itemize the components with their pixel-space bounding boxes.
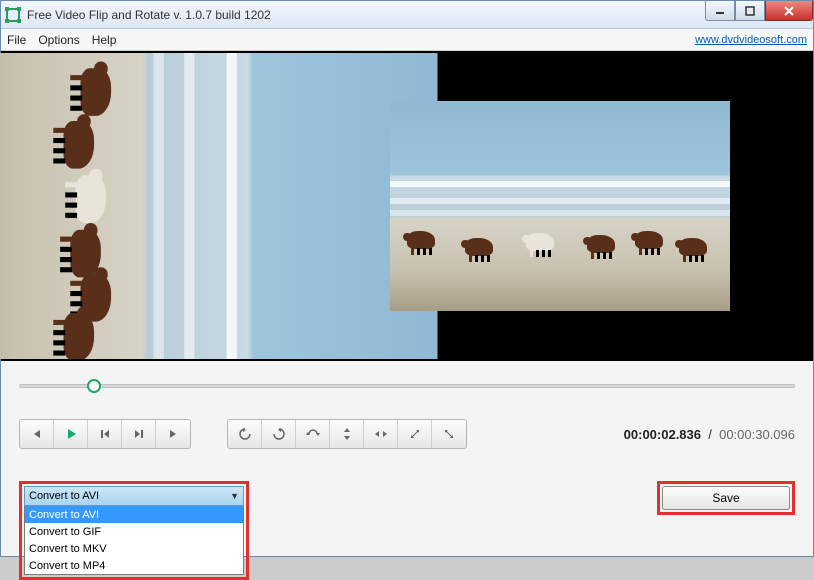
slider-thumb[interactable] — [87, 379, 101, 393]
rotate-ccw-button[interactable] — [228, 420, 262, 448]
save-highlight: Save — [657, 481, 795, 515]
menu-options[interactable]: Options — [38, 33, 79, 47]
rotate-180-button[interactable] — [296, 420, 330, 448]
total-time: 00:00:30.096 — [719, 427, 795, 442]
controls-area: 00:00:02.836 / 00:00:30.096 Convert to A… — [1, 361, 813, 556]
video-preview-area — [1, 51, 813, 361]
rotate-cw-button[interactable] — [262, 420, 296, 448]
format-options: Convert to AVI Convert to GIF Convert to… — [24, 506, 244, 575]
menu-file[interactable]: File — [7, 33, 26, 47]
titlebar: Free Video Flip and Rotate v. 1.0.7 buil… — [1, 1, 813, 29]
format-select-value[interactable]: Convert to AVI ▼ — [24, 486, 244, 506]
format-option[interactable]: Convert to GIF — [25, 523, 243, 540]
step-back-button[interactable] — [88, 420, 122, 448]
flip-diagonal2-button[interactable] — [432, 420, 466, 448]
format-option[interactable]: Convert to AVI — [25, 506, 243, 523]
preview-rotated — [84, 51, 264, 361]
preview-original — [390, 101, 730, 311]
minimize-button[interactable] — [705, 1, 735, 21]
chevron-down-icon: ▼ — [230, 491, 239, 501]
play-button[interactable] — [54, 420, 88, 448]
window-controls — [705, 1, 813, 21]
time-display: 00:00:02.836 / 00:00:30.096 — [624, 427, 795, 442]
app-icon — [5, 7, 21, 23]
app-window: Free Video Flip and Rotate v. 1.0.7 buil… — [0, 0, 814, 557]
bottom-row: Convert to AVI ▼ Convert to AVI Convert … — [19, 481, 795, 580]
menu-help[interactable]: Help — [92, 33, 117, 47]
next-frame-button[interactable] — [156, 420, 190, 448]
current-time: 00:00:02.836 — [624, 427, 701, 442]
close-button[interactable] — [765, 1, 813, 21]
menubar: File Options Help www.dvdvideosoft.com — [1, 29, 813, 51]
playback-group — [19, 419, 191, 449]
save-button[interactable]: Save — [662, 486, 790, 510]
format-option[interactable]: Convert to MKV — [25, 540, 243, 557]
format-select[interactable]: Convert to AVI ▼ Convert to AVI Convert … — [24, 486, 244, 575]
button-row: 00:00:02.836 / 00:00:30.096 — [19, 419, 795, 449]
format-option[interactable]: Convert to MP4 — [25, 557, 243, 574]
prev-frame-button[interactable] — [20, 420, 54, 448]
timeline-slider[interactable] — [19, 371, 795, 401]
flip-horizontal-button[interactable] — [364, 420, 398, 448]
transform-group — [227, 419, 467, 449]
window-title: Free Video Flip and Rotate v. 1.0.7 buil… — [27, 8, 809, 22]
flip-diagonal1-button[interactable] — [398, 420, 432, 448]
step-forward-button[interactable] — [122, 420, 156, 448]
flip-vertical-button[interactable] — [330, 420, 364, 448]
maximize-button[interactable] — [735, 1, 765, 21]
website-link[interactable]: www.dvdvideosoft.com — [695, 34, 807, 46]
format-highlight: Convert to AVI ▼ Convert to AVI Convert … — [19, 481, 249, 580]
